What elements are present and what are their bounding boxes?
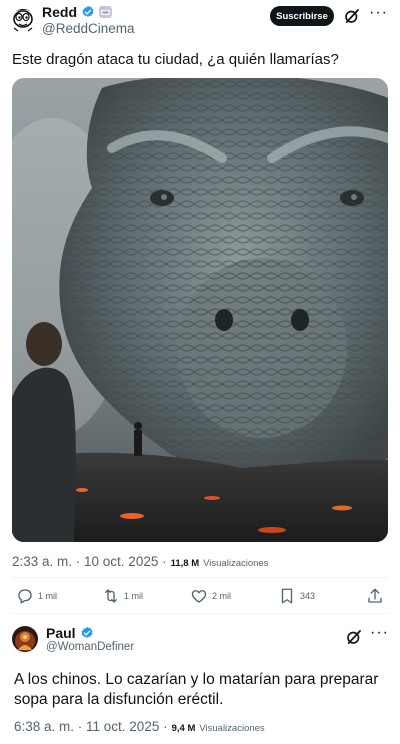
grok-icon[interactable] bbox=[343, 7, 361, 25]
repost-icon bbox=[105, 589, 117, 603]
reply-views-label: Visualizaciones bbox=[199, 723, 265, 734]
reply-count: 1 mil bbox=[38, 591, 58, 601]
more-icon[interactable]: ··· bbox=[370, 625, 389, 641]
reply-author-avatar[interactable] bbox=[12, 626, 38, 652]
divider bbox=[12, 613, 388, 614]
author-name[interactable]: Redd bbox=[42, 4, 77, 20]
reply-views-count: 9,4 M bbox=[171, 723, 196, 734]
like-count: 2 mil bbox=[212, 591, 232, 601]
like-button[interactable]: 2 mil bbox=[190, 586, 231, 606]
verified-badge-icon bbox=[81, 626, 93, 638]
reply-author-handle[interactable]: @WomanDefiner bbox=[46, 641, 134, 653]
author-avatar[interactable] bbox=[10, 6, 36, 32]
author-name-row: Redd bbox=[42, 4, 112, 20]
share-button[interactable] bbox=[366, 586, 384, 606]
reply-icon bbox=[18, 589, 32, 604]
verified-badge-icon bbox=[82, 5, 94, 17]
divider bbox=[12, 577, 388, 578]
bookmark-count: 343 bbox=[300, 591, 316, 601]
cartoon-avatar-icon bbox=[13, 9, 33, 32]
dragon-artwork-image bbox=[12, 78, 388, 542]
views-count: 11,8 M bbox=[170, 558, 200, 569]
post-text: Este dragón ataca tu ciudad, ¿a quién ll… bbox=[12, 51, 339, 68]
author-handle[interactable]: @ReddCinema bbox=[42, 21, 135, 36]
reply-timestamp[interactable]: 6:38 a. m. · 11 oct. 2025 · bbox=[14, 719, 168, 734]
bookmark-button[interactable]: 343 bbox=[278, 586, 315, 606]
reply-text: A los chinos. Lo cazarían y lo matarían … bbox=[14, 671, 379, 708]
reply-author-name[interactable]: Paul bbox=[46, 625, 76, 641]
post-timestamp[interactable]: 2:33 a. m. · 10 oct. 2025 · bbox=[12, 554, 167, 569]
share-icon bbox=[368, 588, 382, 603]
post-meta: 2:33 a. m. · 10 oct. 2025 · 11,8 M Visua… bbox=[12, 554, 268, 569]
subscribe-button[interactable]: Suscribirse bbox=[270, 6, 334, 26]
grok-icon[interactable] bbox=[345, 628, 363, 646]
affiliate-badge-icon bbox=[99, 6, 112, 18]
repost-count: 1 mil bbox=[124, 591, 144, 601]
bookmark-icon bbox=[281, 588, 293, 604]
reply-meta: 6:38 a. m. · 11 oct. 2025 · 9,4 M Visual… bbox=[14, 719, 265, 734]
views-label: Visualizaciones bbox=[203, 558, 269, 569]
avatar-image bbox=[12, 626, 38, 652]
more-icon[interactable]: ··· bbox=[369, 5, 387, 24]
like-icon bbox=[191, 590, 207, 603]
repost-button[interactable]: 1 mil bbox=[102, 586, 143, 606]
reply-author-name-row: Paul bbox=[46, 625, 94, 641]
reply-button[interactable]: 1 mil bbox=[16, 586, 57, 606]
post-image[interactable] bbox=[12, 78, 388, 542]
